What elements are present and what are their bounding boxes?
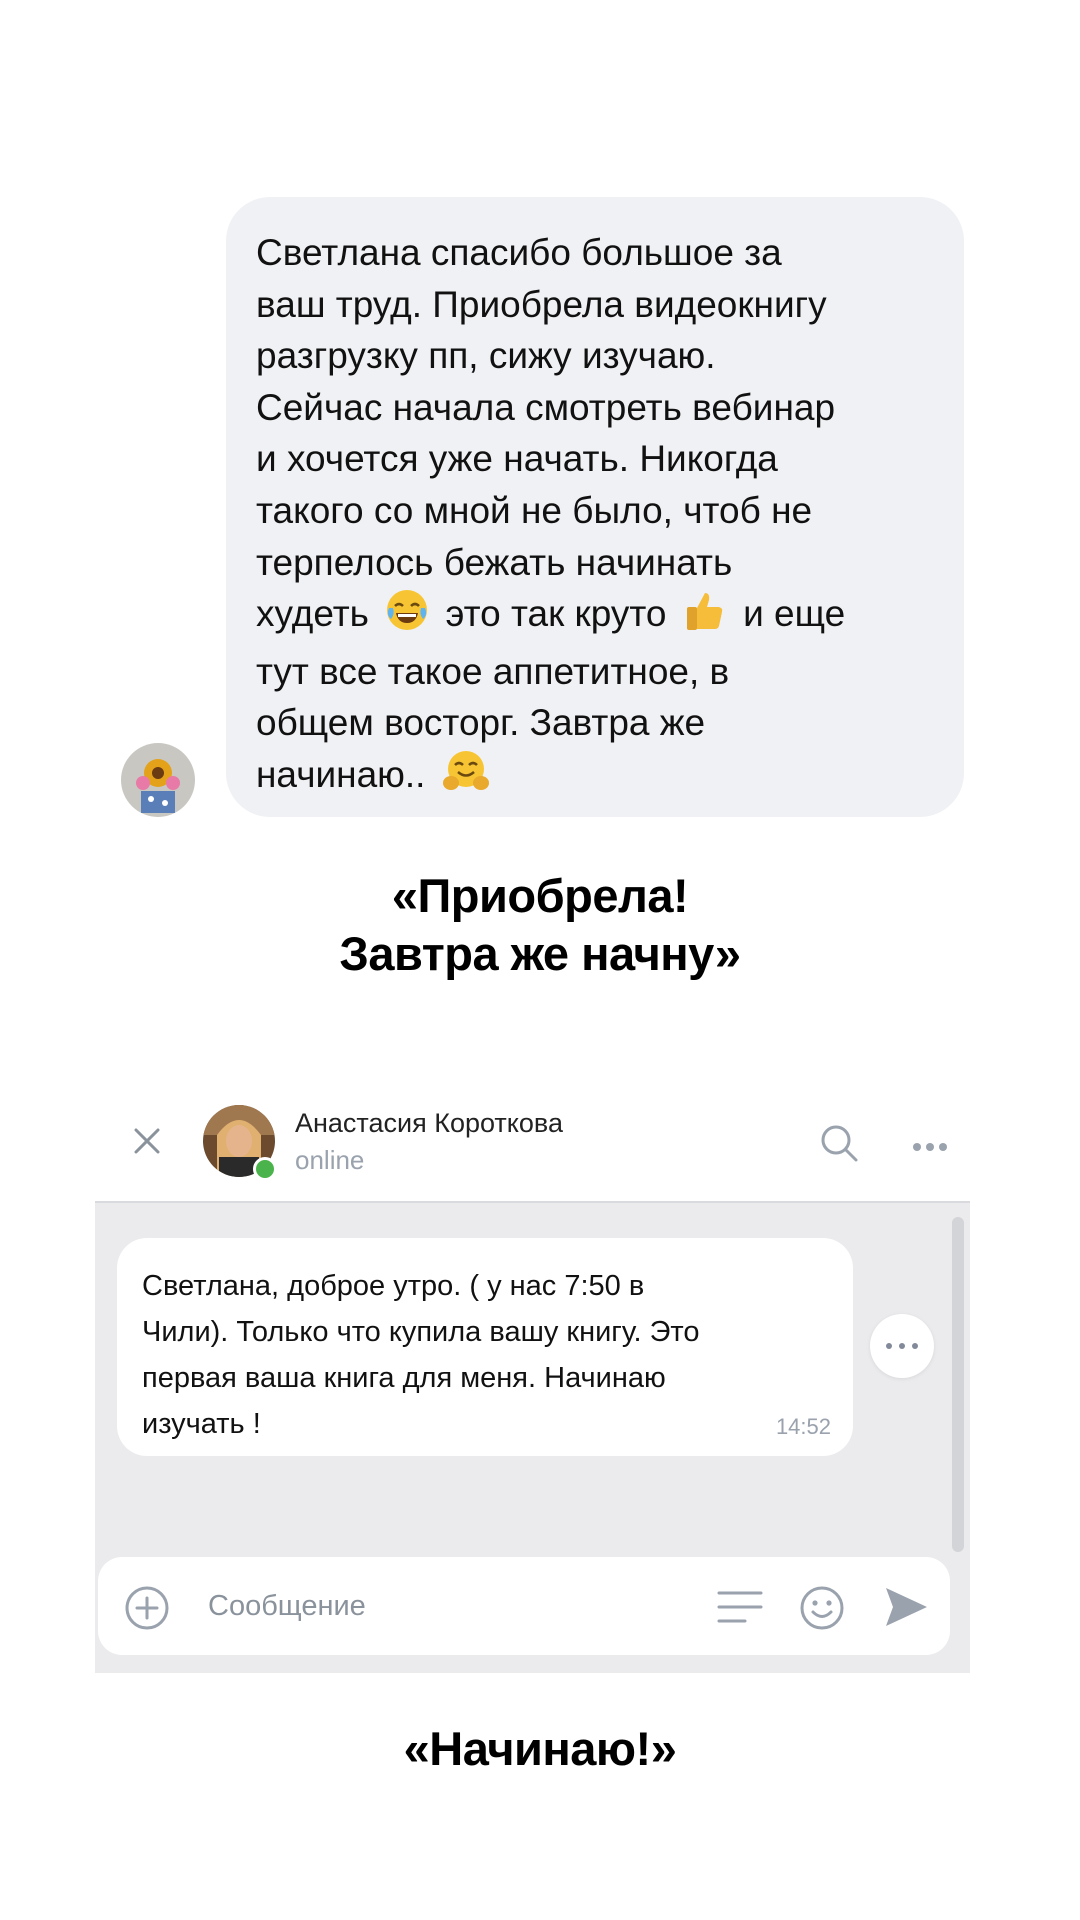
text-format-icon[interactable]: [716, 1587, 764, 1632]
more-options-icon[interactable]: [912, 1139, 948, 1157]
message-timestamp: 14:52: [775, 1414, 831, 1439]
scrollbar[interactable]: [952, 1217, 964, 1552]
review-line: и хочется уже начать. Никогда: [256, 438, 778, 480]
contact-status: online: [295, 1145, 365, 1175]
incoming-message-bubble[interactable]: Светлана, доброе утро. ( у нас 7:50 в Чи…: [117, 1238, 853, 1456]
header-divider: [95, 1201, 970, 1203]
review-line: общем восторг. Завтра же: [256, 702, 706, 744]
review-message-bubble: Светлана спасибо большое за ваш труд. Пр…: [226, 197, 964, 817]
attach-plus-icon[interactable]: [124, 1585, 170, 1636]
review-text: худеть: [256, 593, 369, 635]
review-line: такого со мной не было, чтоб не: [256, 489, 813, 531]
message-composer: [98, 1557, 950, 1655]
message-line: изучать !: [142, 1408, 261, 1440]
review-line: начинаю..: [256, 749, 924, 807]
review-line: ваш труд. Приобрела видеокнигу: [256, 283, 827, 325]
laughing-tears-emoji-icon: [385, 588, 429, 646]
online-indicator: [253, 1157, 277, 1181]
review-line: худеть это так круто и еще: [256, 588, 924, 646]
dot-icon: [912, 1343, 918, 1349]
message-line: Чили). Только что купила вашу книгу. Это: [142, 1316, 700, 1348]
message-actions-button[interactable]: [870, 1314, 934, 1378]
caption-line: «Приобрела!: [391, 869, 689, 922]
close-icon[interactable]: [133, 1127, 161, 1160]
caption-line: Завтра же начну»: [339, 927, 741, 980]
hugging-face-emoji-icon: [442, 749, 490, 807]
message-line: Светлана, доброе утро. ( у нас 7:50 в: [142, 1270, 645, 1302]
review-line: разгрузку пп, сижу изучаю.: [256, 335, 716, 377]
headline-caption: «Приобрела! Завтра же начну»: [0, 867, 1080, 983]
review-text: начинаю..: [256, 753, 426, 795]
chat-window: Анастасия Короткова online Светлана, доб…: [95, 1075, 970, 1673]
message-input[interactable]: [208, 1583, 678, 1629]
review-line: тут все такое аппетитное, в: [256, 650, 730, 692]
review-text: это так круто: [445, 593, 667, 635]
message-line: первая ваша книга для меня. Начинаю: [142, 1362, 666, 1394]
review-line: Светлана спасибо большое за: [256, 232, 782, 273]
search-icon[interactable]: [819, 1123, 859, 1168]
dot-icon: [886, 1343, 892, 1349]
chat-header: Анастасия Короткова online: [95, 1075, 970, 1203]
review-text: и еще: [743, 593, 846, 635]
thumbs-up-emoji-icon: [683, 588, 727, 646]
contact-name[interactable]: Анастасия Короткова: [295, 1108, 563, 1139]
review-line: терпелось бежать начинать: [256, 541, 733, 583]
closing-caption: «Начинаю!»: [403, 1722, 677, 1775]
review-line: Сейчас начала смотреть вебинар: [256, 386, 836, 428]
send-icon[interactable]: [883, 1585, 929, 1634]
reviewer-avatar: [121, 743, 195, 817]
emoji-smile-icon[interactable]: [799, 1585, 845, 1636]
dot-icon: [899, 1343, 905, 1349]
